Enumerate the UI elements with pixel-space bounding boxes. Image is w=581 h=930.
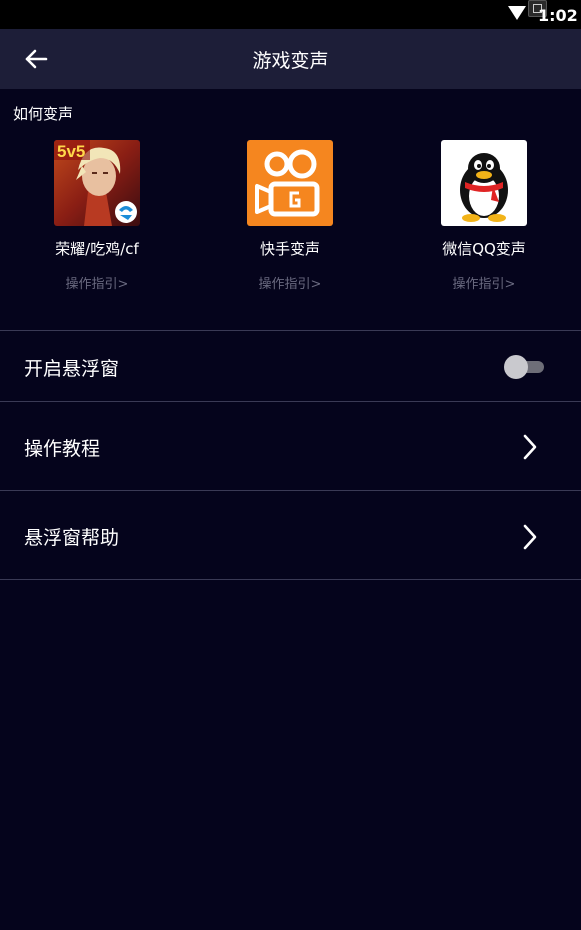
app-item-qq[interactable]: 微信QQ变声 操作指引>: [399, 140, 569, 292]
wifi-icon: [508, 6, 526, 20]
tutorial-row[interactable]: 操作教程: [0, 402, 581, 490]
floating-window-row[interactable]: 开启悬浮窗: [0, 331, 581, 401]
app-name: 快手变声: [259, 240, 320, 258]
status-time: 1:02: [538, 6, 578, 25]
floating-window-toggle[interactable]: [504, 354, 544, 379]
app-name: 微信QQ变声: [442, 240, 526, 258]
app-name: 荣耀/吃鸡/cf: [55, 240, 139, 258]
page-title: 游戏变声: [252, 50, 329, 72]
chevron-right-icon: [523, 434, 537, 460]
chevron-right-icon: [523, 524, 537, 550]
float-help-row[interactable]: 悬浮窗帮助: [0, 491, 581, 579]
guide-link[interactable]: 操作指引>: [12, 273, 182, 292]
guide-link[interactable]: 操作指引>: [205, 273, 375, 292]
kuaishou-icon[interactable]: [247, 140, 333, 226]
app-item-kuaishou[interactable]: 快手变声 操作指引>: [205, 140, 375, 292]
floating-window-label: 开启悬浮窗: [24, 358, 120, 380]
app-item-game[interactable]: 5v5 荣耀/吃鸡/cf 操作指引>: [12, 140, 182, 292]
qq-penguin-icon[interactable]: [441, 140, 527, 226]
guide-link[interactable]: 操作指引>: [399, 273, 569, 292]
float-help-label: 悬浮窗帮助: [24, 527, 120, 549]
status-bar: 1:02: [0, 0, 581, 29]
toggle-thumb: [504, 355, 528, 379]
app-grid: 5v5 荣耀/吃鸡/cf 操作指引> 快手变声 操作指引> 微信QQ变声 操作指…: [0, 140, 581, 300]
divider: [0, 579, 581, 580]
game-icon[interactable]: 5v5: [54, 140, 140, 226]
tutorial-label: 操作教程: [24, 438, 101, 460]
svg-text:5v5: 5v5: [57, 142, 85, 161]
app-bar: 游戏变声: [0, 29, 581, 89]
section-label: 如何变声: [13, 105, 74, 123]
